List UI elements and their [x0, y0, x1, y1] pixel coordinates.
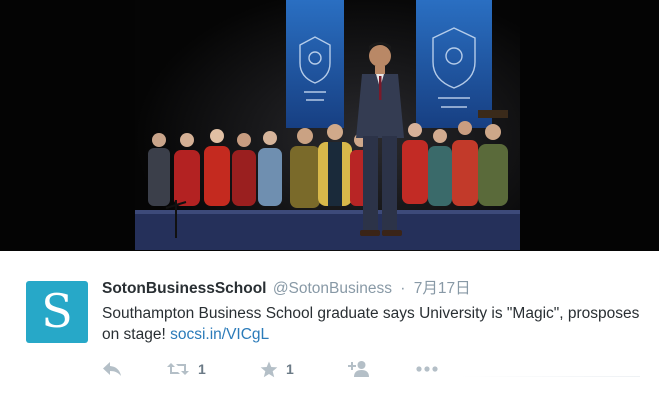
tweet-photo[interactable]	[0, 0, 659, 251]
favorite-button[interactable]: 1	[260, 356, 294, 382]
tweet-text: Southampton Business School graduate say…	[102, 303, 642, 345]
tweet-link[interactable]: socsi.in/VICgL	[170, 326, 269, 343]
retweet-icon	[167, 363, 189, 375]
divider	[460, 376, 640, 377]
avatar-letter: S	[41, 284, 73, 338]
more-icon	[416, 366, 438, 372]
user-handle[interactable]: @SotonBusiness	[273, 280, 392, 297]
follow-icon	[348, 361, 369, 377]
separator-dot: ·	[400, 280, 406, 297]
display-name[interactable]: SotonBusinessSchool	[102, 280, 267, 297]
star-icon	[260, 361, 278, 377]
retweet-button[interactable]: 1	[166, 356, 206, 382]
follow-button[interactable]	[346, 356, 370, 382]
favorite-count: 1	[286, 361, 294, 377]
tweet-header: SotonBusinessSchool @SotonBusiness · 7月1…	[102, 279, 642, 299]
retweet-count: 1	[198, 361, 206, 377]
avatar[interactable]: S	[26, 281, 88, 343]
more-button[interactable]	[416, 356, 438, 382]
reply-icon	[103, 362, 121, 376]
ceremony-image	[0, 0, 659, 251]
tweet-timestamp[interactable]: 7月17日	[414, 280, 471, 297]
tweet-card: S SotonBusinessSchool @SotonBusiness · 7…	[0, 0, 659, 413]
reply-button[interactable]	[102, 356, 122, 382]
